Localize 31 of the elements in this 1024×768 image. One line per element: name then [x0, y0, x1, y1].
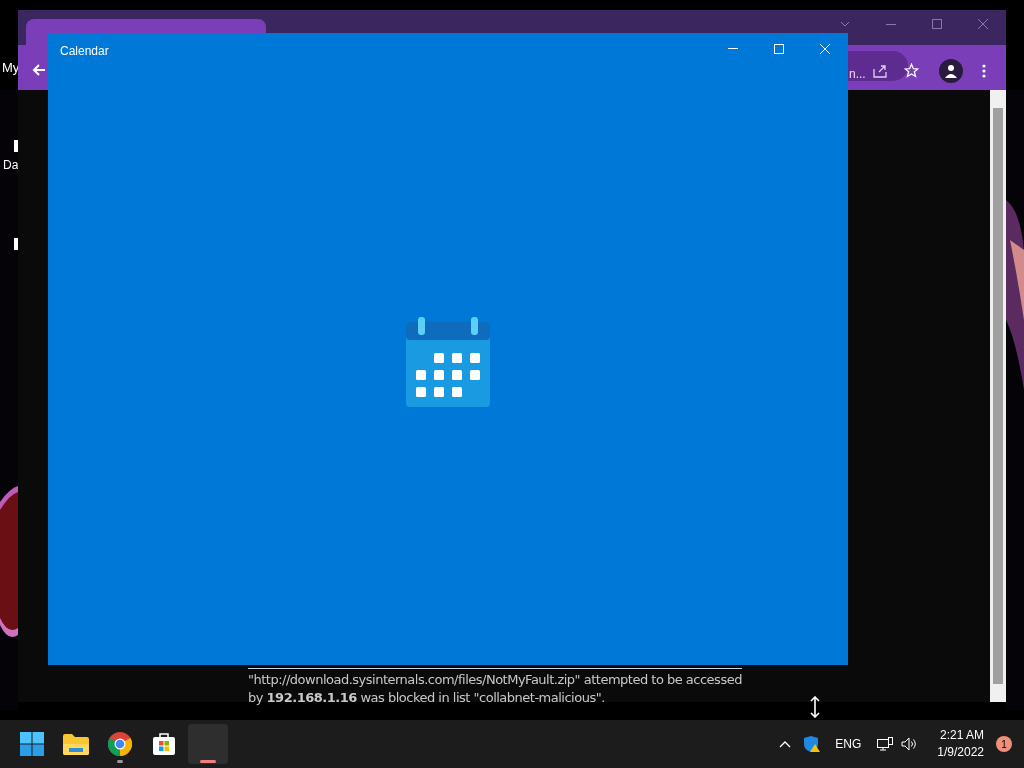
menu-icon[interactable] [982, 64, 986, 78]
windows-icon [20, 732, 44, 756]
volume-icon[interactable] [901, 737, 918, 751]
dropdown-icon[interactable] [840, 21, 850, 27]
store-icon [152, 732, 176, 756]
network-icon[interactable] [877, 737, 894, 751]
shield-warning-icon[interactable] [803, 735, 822, 753]
desktop-icon-label: Da [3, 157, 19, 174]
scrollbar[interactable] [990, 90, 1006, 702]
clock-time[interactable]: 2:21 AM [939, 727, 984, 744]
resize-cursor-icon [810, 696, 820, 718]
chrome-icon [108, 732, 132, 756]
back-icon[interactable] [32, 63, 46, 77]
calendar-icon [405, 317, 491, 408]
window-title: Calendar [60, 43, 109, 60]
scrollbar-thumb[interactable] [993, 108, 1003, 684]
person-icon [944, 64, 958, 78]
maximize-icon[interactable] [932, 19, 942, 29]
address-bar[interactable] [848, 51, 908, 81]
desktop-icon-label: My [2, 59, 20, 77]
language-indicator[interactable]: ENG [835, 735, 862, 753]
share-icon[interactable] [873, 64, 887, 78]
minimize-icon[interactable] [886, 24, 896, 26]
blocked-message: "http://download.sysinternals.com/files/NotMyFault.zip" attempted to be accessed by 192.168.1.16 was blocked in list "collabnet-malicious". [248, 671, 742, 707]
folder-icon [63, 733, 89, 755]
close-icon[interactable] [978, 19, 988, 29]
chevron-up-icon[interactable] [779, 740, 792, 748]
clock-date[interactable]: 1/9/2022 [937, 744, 984, 761]
star-icon[interactable] [904, 63, 919, 78]
address-text[interactable]: n... [849, 65, 866, 83]
notification-badge[interactable]: 1 [996, 736, 1012, 752]
